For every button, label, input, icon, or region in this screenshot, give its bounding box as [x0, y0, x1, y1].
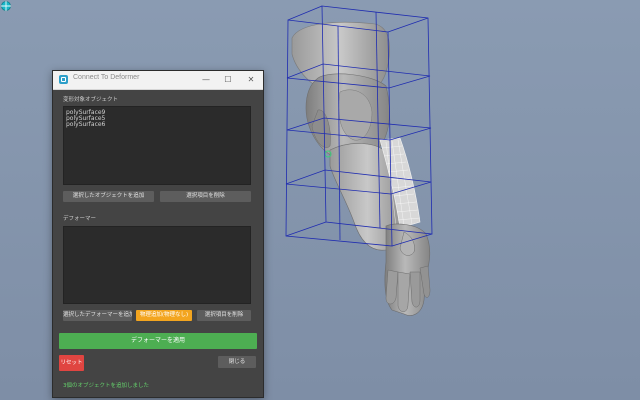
deformer-list[interactable] — [63, 226, 251, 304]
add-selected-objects-button[interactable]: 選択したオブジェクトを追加 — [63, 191, 154, 202]
app-icon — [59, 75, 68, 84]
list-item[interactable]: polySurface6 — [64, 122, 250, 128]
close-window-button[interactable]: ✕ — [244, 73, 258, 86]
crosshair-icon[interactable] — [0, 0, 12, 12]
status-message: 3個のオブジェクトを追加しました — [63, 383, 150, 389]
add-selected-deformer-button[interactable]: 選択したデフォーマーを追加 — [63, 310, 132, 321]
arm-model[interactable] — [291, 21, 431, 316]
remove-selected-deformer-button[interactable]: 選択項目を削除 — [197, 310, 251, 321]
connect-to-deformer-window[interactable]: Connect To Deformer — ☐ ✕ 変形対象オブジェクト pol… — [52, 70, 264, 398]
window-title: Connect To Deformer — [73, 74, 140, 81]
apply-deformer-button[interactable]: デフォーマーを適用 — [59, 333, 257, 349]
objects-list[interactable]: polySurface9 polySurface5 polySurface6 — [63, 106, 251, 185]
auto-add-button[interactable]: 物理追加(物理なし) — [136, 310, 192, 321]
close-button[interactable]: 閉じる — [218, 356, 256, 368]
window-titlebar[interactable]: Connect To Deformer — ☐ ✕ — [53, 71, 263, 90]
remove-selected-objects-button[interactable]: 選択項目を削除 — [160, 191, 251, 202]
maximize-button[interactable]: ☐ — [221, 73, 235, 86]
minimize-button[interactable]: — — [199, 73, 213, 86]
deformer-section-label: デフォーマー — [63, 216, 97, 222]
reset-button[interactable]: リセット — [59, 355, 84, 371]
objects-section-label: 変形対象オブジェクト — [63, 97, 119, 103]
